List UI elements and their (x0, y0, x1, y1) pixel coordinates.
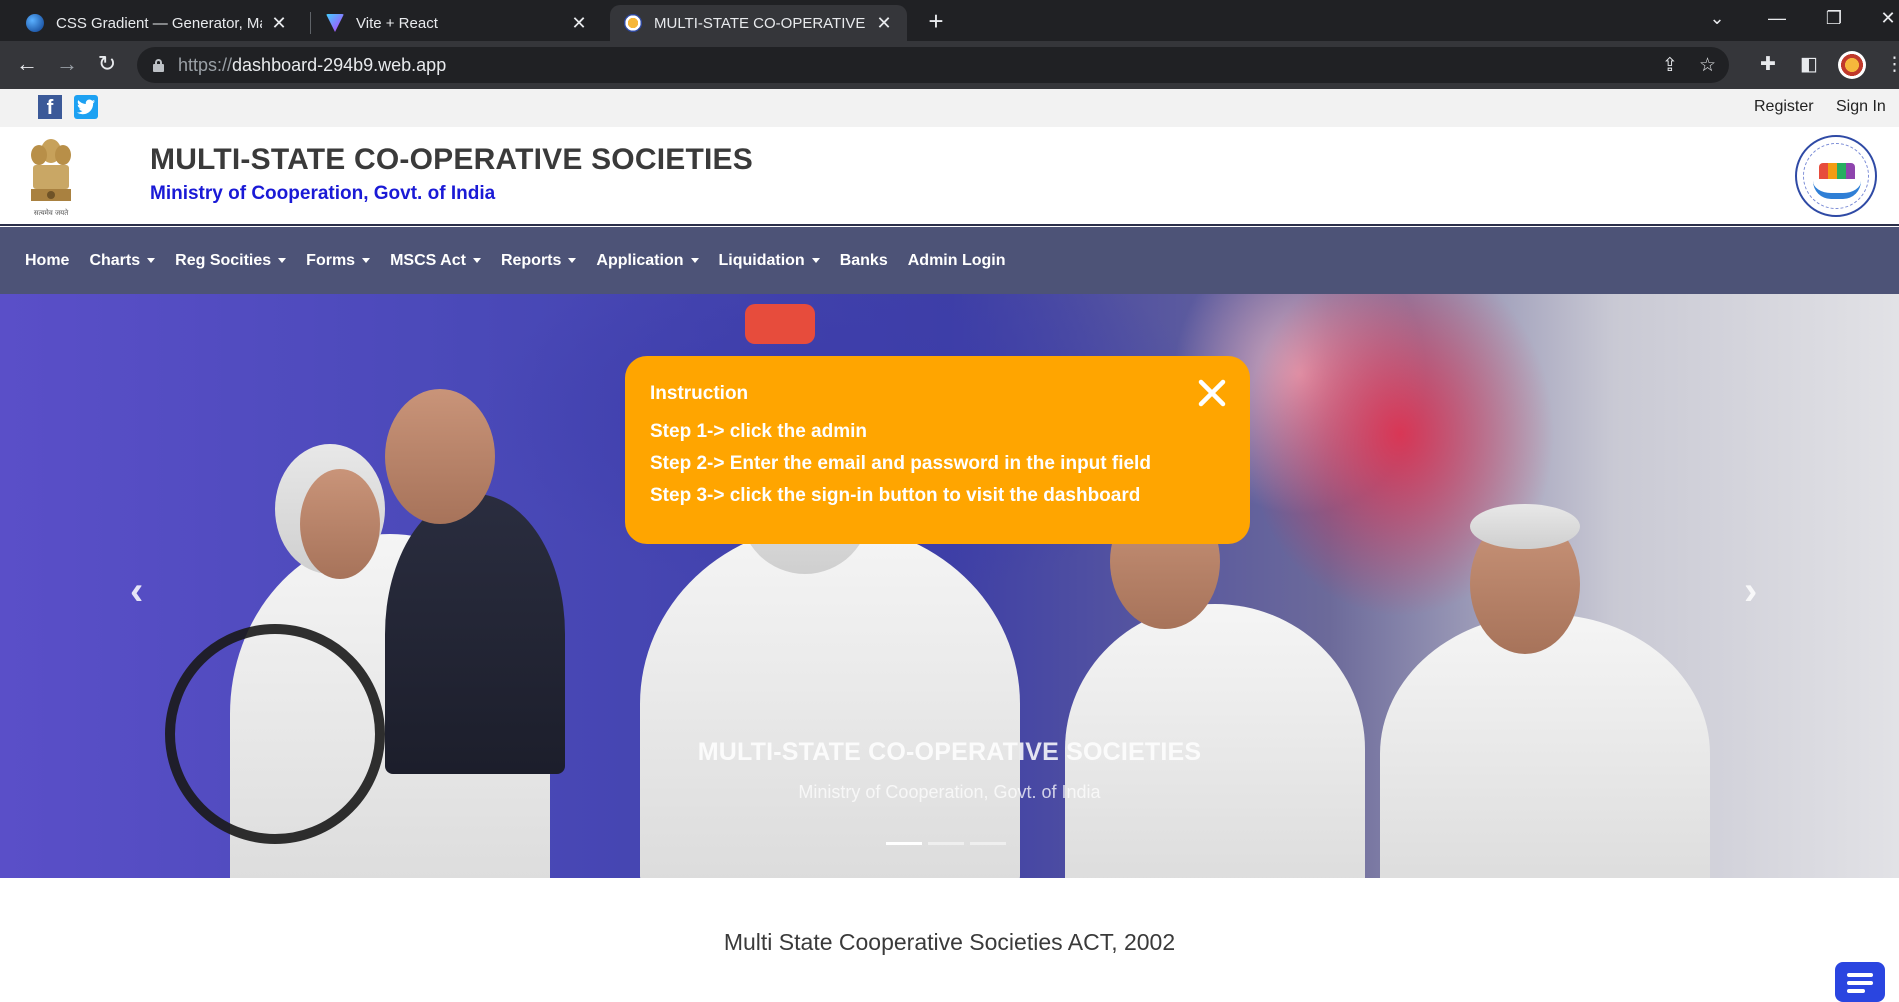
close-tab-icon[interactable]: ✕ (270, 13, 288, 34)
caret-down-icon (690, 258, 699, 263)
nav-item-label: Banks (839, 251, 888, 269)
photo-turban (745, 304, 815, 344)
logo-people-icon (1819, 163, 1855, 179)
nav-item-charts[interactable]: Charts (89, 251, 156, 270)
close-window-icon[interactable]: ✕ (1873, 8, 1899, 29)
carousel-indicators (886, 842, 1012, 845)
nav-item-home[interactable]: Home (25, 252, 69, 270)
twitter-icon[interactable] (74, 95, 98, 119)
tab-title: CSS Gradient — Generator, Maker (56, 14, 262, 32)
nav-item-reg-socities[interactable]: Reg Socities (175, 251, 287, 270)
nav-item-label: Reports (500, 251, 562, 269)
nav-item-label: Forms (306, 251, 356, 269)
tab-title: Vite + React (356, 14, 438, 32)
share-icon[interactable]: ⇪ (1662, 54, 1678, 77)
extensions-icon[interactable]: ✚ (1760, 53, 1776, 76)
caret-down-icon (472, 258, 481, 263)
profile-avatar[interactable] (1838, 51, 1866, 79)
national-emblem-icon: सत्यमेव जयते (31, 139, 71, 217)
sign-in-link[interactable]: Sign In (1836, 98, 1886, 116)
photo-wheelchair (165, 624, 385, 844)
caret-down-icon (362, 258, 371, 263)
nav-item-forms[interactable]: Forms (306, 251, 371, 270)
caret-down-icon (147, 258, 156, 263)
nav-item-banks[interactable]: Banks (840, 252, 888, 270)
carousel-caption-title: MULTI-STATE CO-OPERATIVE SOCIETIES (697, 738, 1202, 766)
caret-down-icon (278, 258, 287, 263)
nav-item-label: MSCS Act (390, 251, 466, 269)
close-icon[interactable] (1197, 378, 1227, 408)
close-tab-icon[interactable]: ✕ (570, 13, 588, 34)
nav-item-admin-login[interactable]: Admin Login (908, 252, 1006, 270)
browser-tab-bar: CSS Gradient — Generator, Maker ✕ Vite +… (0, 0, 1899, 41)
site-header: सत्यमेव जयते MULTI-STATE CO-OPERATIVE SO… (0, 127, 1899, 226)
nav-item-label: Liquidation (718, 251, 805, 269)
chat-icon[interactable] (1835, 962, 1885, 1002)
mscs-logo (1795, 135, 1877, 217)
nav-item-reports[interactable]: Reports (500, 251, 577, 270)
photo-figure (385, 494, 565, 774)
photo-figure-head (385, 389, 495, 524)
browser-tab[interactable]: Vite + React ✕ (312, 5, 602, 41)
restore-icon[interactable]: ❐ (1819, 8, 1849, 29)
carousel-prev-icon[interactable]: ‹ (130, 569, 143, 614)
close-tab-icon[interactable]: ✕ (875, 13, 893, 34)
instruction-step: Step 1-> click the admin (650, 421, 867, 442)
register-link[interactable]: Register (1754, 98, 1814, 116)
site-title: MULTI-STATE CO-OPERATIVE SOCIETIES (150, 143, 753, 176)
instruction-step: Step 2-> Enter the email and password in… (650, 453, 1151, 474)
minimize-icon[interactable]: — (1762, 8, 1792, 29)
tab-search-icon[interactable]: ⌄ (1702, 8, 1732, 29)
instruction-step: Step 3-> click the sign-in button to vis… (650, 485, 1141, 506)
address-bar[interactable]: https://dashboard-294b9.web.app ⇪ ☆ (137, 47, 1729, 83)
bookmark-star-icon[interactable]: ☆ (1699, 54, 1716, 77)
tab-separator (310, 12, 311, 34)
photo-figure-hair (1470, 504, 1580, 549)
menu-kebab-icon[interactable]: ⋮ (1885, 53, 1899, 76)
instruction-popup: Instruction Step 1-> click the admin Ste… (625, 356, 1250, 544)
act-section-title: Multi State Cooperative Societies ACT, 2… (723, 929, 1176, 955)
back-icon[interactable]: ← (12, 51, 42, 77)
forward-icon[interactable]: → (52, 51, 82, 77)
url-text: https://dashboard-294b9.web.app (178, 55, 446, 76)
nav-item-label: Reg Socities (175, 251, 272, 269)
main-nav: Home Charts Reg Socities Forms MSCS Act Repor… (0, 227, 1899, 294)
nav-item-label: Admin Login (907, 251, 1006, 269)
carousel-caption-subtitle: Ministry of Cooperation, Govt. of India (798, 782, 1101, 802)
carousel-indicator[interactable] (886, 842, 922, 845)
browser-tab[interactable]: CSS Gradient — Generator, Maker ✕ (12, 5, 302, 41)
lock-icon[interactable] (153, 58, 164, 72)
new-tab-icon[interactable]: + (922, 6, 950, 37)
photo-figure-face (300, 469, 380, 579)
nav-item-label: Application (596, 251, 684, 269)
emblem-caption: सत्यमेव जयते (34, 208, 69, 217)
carousel-indicator[interactable] (970, 842, 1006, 845)
vite-favicon-icon (326, 14, 344, 32)
nav-item-liquidation[interactable]: Liquidation (719, 252, 820, 270)
nav-item-label: Home (25, 251, 70, 269)
carousel-next-icon[interactable]: › (1744, 569, 1757, 614)
side-panel-icon[interactable]: ◧ (1800, 53, 1818, 76)
caret-down-icon (568, 258, 577, 263)
social-bar: f Register Sign In (0, 89, 1899, 127)
url-host: dashboard-294b9.web.app (232, 54, 447, 75)
carousel-indicator[interactable] (928, 842, 964, 845)
facebook-icon[interactable]: f (38, 95, 62, 119)
nav-item-application[interactable]: Application (596, 251, 699, 270)
photo-figure (640, 524, 1020, 878)
reload-icon[interactable]: ↻ (92, 51, 122, 77)
nav-item-label: Charts (89, 251, 141, 269)
browser-toolbar: ← → ↻ https://dashboard-294b9.web.app ⇪ … (0, 41, 1899, 89)
caret-down-icon (811, 258, 820, 263)
instruction-heading: Instruction (650, 383, 749, 404)
browser-tab-active[interactable]: MULTI-STATE CO-OPERATIVE SOCIETIES ✕ (610, 5, 907, 41)
css-gradient-favicon-icon (26, 14, 44, 32)
url-scheme: https:// (178, 54, 233, 75)
site-subtitle: Ministry of Cooperation, Govt. of India (150, 183, 496, 204)
mscs-favicon-icon (624, 14, 642, 32)
tab-title: MULTI-STATE CO-OPERATIVE SOCIETIES (654, 14, 867, 32)
nav-item-mscs-act[interactable]: MSCS Act (390, 252, 481, 270)
